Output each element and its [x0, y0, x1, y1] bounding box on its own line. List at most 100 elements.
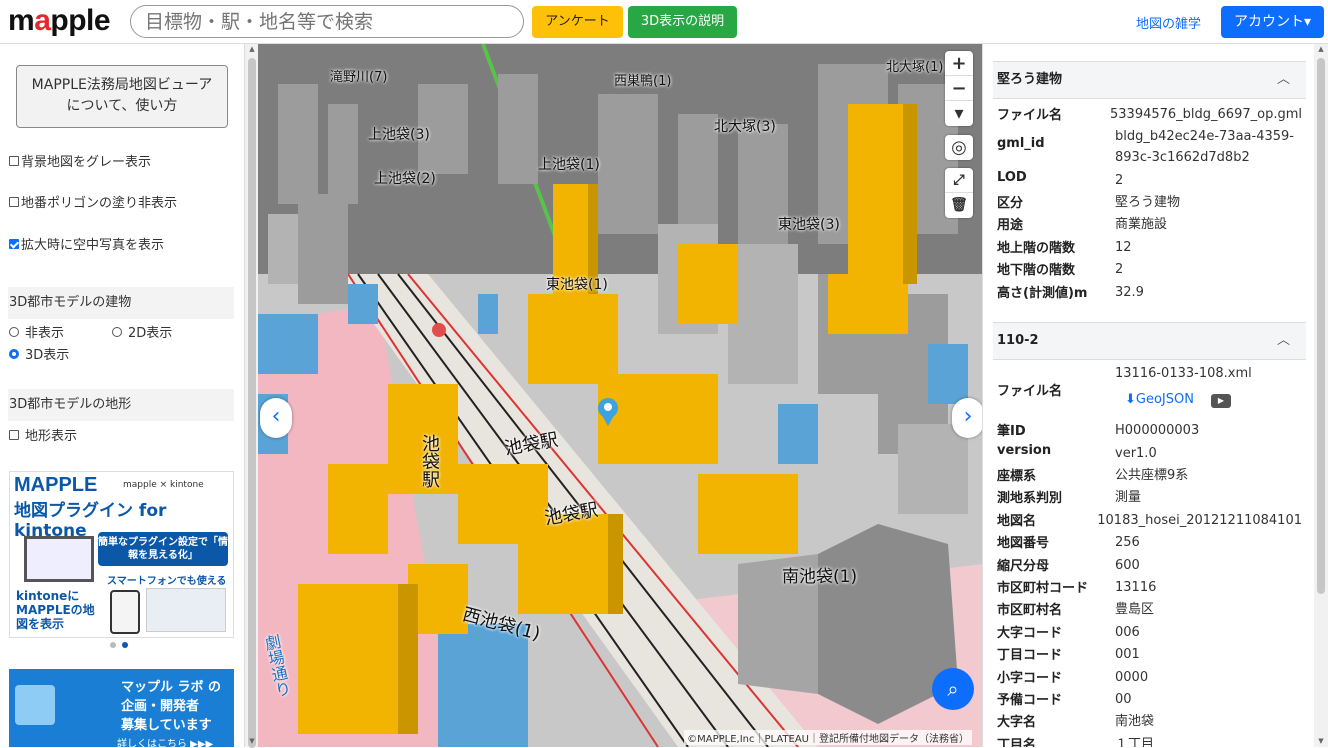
map-label: 上池袋(2): [374, 171, 436, 187]
hide-polygon-fill-checkbox[interactable]: 地番ポリゴンの塗り非表示: [9, 192, 177, 211]
kintone-plugin-ad[interactable]: MAPPLE 地図プラグイン for kintone mapple × kint…: [9, 471, 234, 638]
radio-2d[interactable]: 2D表示: [112, 322, 172, 341]
attr-value: bldg_b42ec24e-73aa-4359-893c-3c1662d7d8b…: [1115, 129, 1294, 165]
property-panel: 堅ろう建物 ︿ ファイル名 53394576_bldg_6697_op.gml gm…: [982, 44, 1314, 747]
panel-scrollbar[interactable]: ▲ ▼: [1314, 44, 1328, 747]
map-label: 東池袋(1): [546, 277, 608, 293]
attr-value: 600: [1115, 558, 1140, 573]
carousel-dots: [110, 642, 128, 648]
sidebar-scrollbar[interactable]: ▲ ▼: [244, 44, 258, 748]
attribute-row: 予備コード 00: [997, 689, 1302, 710]
radio-hidden[interactable]: 非表示: [9, 322, 64, 341]
attr-value: 測量: [1115, 490, 1142, 505]
survey-button[interactable]: アンケート: [532, 6, 623, 38]
gray-basemap-checkbox[interactable]: 背景地図をグレー表示: [9, 151, 151, 170]
attr-value: 10183_hosei_20121211084101: [1097, 513, 1302, 528]
attr-value: 南池袋: [1115, 714, 1155, 729]
attribute-row: 大字名 南池袋: [997, 711, 1302, 732]
scroll-down-icon[interactable]: ▼: [248, 738, 256, 745]
zoom-controls: + − ▾: [945, 51, 973, 126]
scroll-up-icon[interactable]: ▲: [1317, 46, 1325, 53]
scroll-up-icon[interactable]: ▲: [248, 46, 256, 53]
attribute-row: 用途 商業施設: [997, 214, 1302, 235]
attr-key: 座標系: [997, 469, 1037, 484]
attr-key: 地図名: [997, 514, 1037, 529]
attr-key: 市区町村名: [997, 603, 1063, 618]
attr-value: 12: [1115, 240, 1132, 255]
attr-key: 小字コード: [997, 671, 1063, 686]
sidebar: MAPPLE法務局地図ビューア について、使い方 背景地図をグレー表示 地番ポリ…: [0, 44, 244, 747]
radio-icon[interactable]: [112, 326, 122, 337]
viewer-about-button[interactable]: MAPPLE法務局地図ビューア について、使い方: [16, 65, 228, 128]
next-arrow-icon[interactable]: ›: [952, 398, 982, 438]
phone-illustration: [110, 590, 140, 634]
scrollbar-thumb[interactable]: [1317, 58, 1325, 594]
recruit-more-link[interactable]: 詳しくはこちら ▶▶▶: [117, 735, 213, 747]
terrain-checkbox[interactable]: 地形表示: [9, 425, 77, 444]
viewer-button-line1: MAPPLE法務局地図ビューア: [31, 77, 213, 93]
scrollbar-thumb[interactable]: [248, 58, 256, 748]
3d-howto-button[interactable]: 3D表示の説明: [628, 6, 737, 38]
recruit-ad[interactable]: マップル ラボ の 企画・開発者 募集しています 詳しくはこちら ▶▶▶: [9, 669, 234, 747]
building-section-title: 3D都市モデルの建物: [8, 287, 234, 319]
account-dropdown[interactable]: アカウント▾: [1221, 6, 1324, 38]
map-attribution: ©MAPPLE,Inc｜PLATEAU｜登記所備付地図データ（法務省）: [684, 730, 972, 745]
radio-selected-icon[interactable]: [9, 348, 19, 359]
attribute-row: 地図番号 256: [997, 532, 1302, 553]
checkbox-icon[interactable]: [9, 429, 19, 440]
map-label: 西巣鴨(1): [614, 74, 672, 89]
ad-title: MAPPLE: [14, 474, 98, 496]
map-3d-view[interactable]: 滝野川(7) 西巣鴨(1) 北大塚(1) 上池袋(3) 北大塚(3) 上池袋(1…: [258, 44, 982, 747]
recruit-line3: 募集しています: [121, 718, 212, 733]
measure-line-icon[interactable]: ⤢: [945, 168, 973, 193]
viewer-button-line2: について、使い方: [66, 98, 178, 114]
map-trivia-link[interactable]: 地図の雑学: [1136, 13, 1201, 32]
chevron-up-icon[interactable]: ︿: [1277, 62, 1290, 98]
attr-key: 筆ID: [997, 424, 1026, 439]
attribute-row: 地図名 10183_hosei_20121211084101: [997, 510, 1302, 531]
attr-key: 地上階の階数: [997, 241, 1076, 256]
mapple-logo[interactable]: mapple: [8, 4, 111, 38]
attr-value: 256: [1115, 535, 1140, 550]
geojson-download-link[interactable]: ⬇GeoJSON: [1125, 392, 1194, 407]
zoom-out-button[interactable]: −: [945, 76, 973, 101]
attr-value: １丁目: [1115, 737, 1155, 747]
checkbox-icon[interactable]: [9, 155, 19, 166]
attr-value: 豊島区: [1115, 602, 1155, 617]
attribute-row: 座標系 公共座標9系: [997, 465, 1302, 486]
attr-value: 0000: [1115, 670, 1149, 685]
geojson-label: GeoJSON: [1135, 392, 1194, 407]
checkbox-checked-icon[interactable]: [9, 238, 19, 249]
compass-icon[interactable]: ▾: [945, 101, 973, 126]
header: mapple アンケート 3D表示の説明 地図の雑学 アカウント▾: [0, 0, 1328, 44]
attr-key: 区分: [997, 196, 1024, 211]
youtube-icon[interactable]: ▶: [1211, 394, 1231, 408]
zoom-in-button[interactable]: +: [945, 51, 973, 76]
carousel-dot-active[interactable]: [122, 642, 128, 648]
search-icon[interactable]: ⌕: [932, 668, 974, 710]
section-building-header[interactable]: 堅ろう建物 ︿: [993, 61, 1306, 99]
trash-icon[interactable]: 🗑: [945, 193, 973, 218]
attribute-row: gml_id bldg_b42ec24e-73aa-4359-893c-3c166…: [997, 126, 1302, 168]
attribute-row: 測地系判別 測量: [997, 487, 1302, 508]
ad-bubble: 簡単なプラグイン設定で「情報を見える化」: [98, 532, 228, 566]
attr-key: 地図番号: [997, 536, 1050, 551]
radio-3d[interactable]: 3D表示: [9, 344, 69, 363]
geolocate-icon[interactable]: ◎: [945, 135, 973, 160]
checkbox-icon[interactable]: [9, 196, 19, 207]
aerial-photo-checkbox[interactable]: 拡大時に空中写真を表示: [9, 234, 164, 253]
prev-arrow-icon[interactable]: ‹: [260, 398, 292, 438]
recruit-line1: マップル ラボ の: [121, 680, 222, 695]
scroll-down-icon[interactable]: ▼: [1317, 738, 1325, 745]
search-input[interactable]: [130, 5, 524, 38]
map-label: 池袋駅: [419, 434, 440, 488]
map-label: 南池袋(1): [782, 567, 858, 587]
section-parcel-header[interactable]: 110-2 ︿: [993, 322, 1306, 360]
carousel-dot[interactable]: [110, 642, 116, 648]
checkbox-label: 地番ポリゴンの塗り非表示: [21, 196, 178, 211]
attr-value: 13116: [1115, 580, 1157, 595]
map-label: 北大塚(1): [886, 60, 944, 75]
radio-icon[interactable]: [9, 326, 19, 337]
map-canvas[interactable]: [258, 44, 982, 747]
chevron-up-icon[interactable]: ︿: [1277, 323, 1290, 359]
